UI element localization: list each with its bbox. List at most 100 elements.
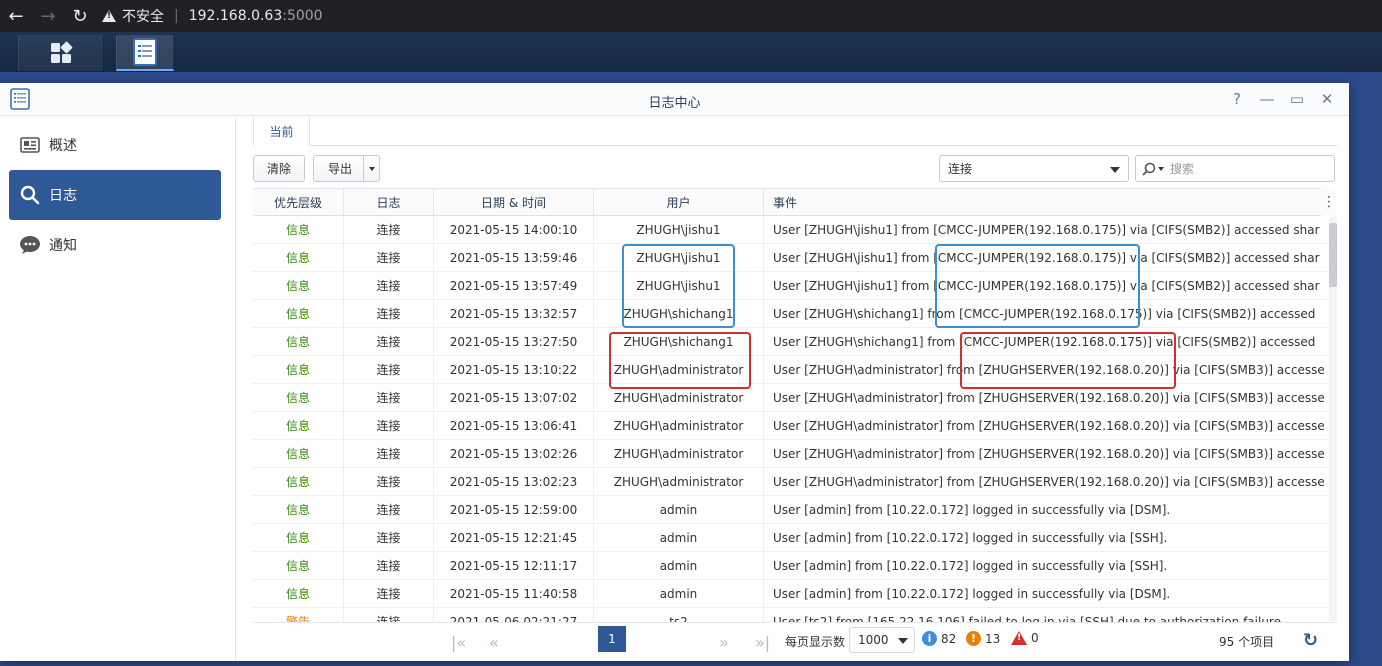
sidebar-item-notifications[interactable]: 通知 xyxy=(9,220,221,270)
cell-level: 信息 xyxy=(285,587,310,601)
cell-datetime: 2021-05-15 13:02:23 xyxy=(433,468,593,495)
table-row[interactable]: 信息 连接 2021-05-15 11:40:58 admin User [admin]… xyxy=(253,580,1337,608)
chevron-down-icon xyxy=(898,638,908,644)
error-count-value: 0 xyxy=(1031,631,1039,645)
sidebar-item-overview[interactable]: 概述 xyxy=(9,120,221,170)
column-header-log[interactable]: 日志 xyxy=(343,189,433,215)
tab-current[interactable]: 当前 xyxy=(253,117,310,146)
current-page[interactable]: 1 xyxy=(598,626,626,652)
log-center-window: 日志中心 ? — ▭ ✕ 概述 日志 通知 当前 清除 导出 连接 搜索 优先层… xyxy=(0,83,1349,661)
cell-datetime: 2021-05-15 12:11:17 xyxy=(433,552,593,579)
table-row[interactable]: 信息 连接 2021-05-15 13:59:46 ZHUGH\jishu1 User … xyxy=(253,244,1337,272)
refresh-icon[interactable]: ↻ xyxy=(1303,630,1318,651)
table-row[interactable]: 信息 连接 2021-05-15 13:02:26 ZHUGH\administrat… xyxy=(253,440,1337,468)
cell-level: 信息 xyxy=(285,251,310,265)
cell-event: User [ZHUGH\administrator] from [ZHUGHSE… xyxy=(763,356,1337,383)
table-row[interactable]: 信息 连接 2021-05-15 13:27:50 ZHUGH\shichang1 Us… xyxy=(253,328,1337,356)
table-row[interactable]: 信息 连接 2021-05-15 12:21:45 admin User [admin]… xyxy=(253,524,1337,552)
cell-datetime: 2021-05-15 13:02:26 xyxy=(433,440,593,467)
cell-datetime: 2021-05-15 13:07:02 xyxy=(433,384,593,411)
search-input[interactable]: 搜索 xyxy=(1135,155,1335,182)
chevron-down-icon xyxy=(1110,167,1120,173)
table-row[interactable]: 信息 连接 2021-05-15 14:00:10 ZHUGH\jishu1 User … xyxy=(253,216,1337,244)
cell-user: admin xyxy=(593,496,763,523)
main-menu-button[interactable] xyxy=(18,35,104,71)
help-button[interactable]: ? xyxy=(1229,90,1245,108)
cell-level: 警告 xyxy=(285,615,310,622)
total-items: 95 个项目 xyxy=(1219,635,1275,649)
tab-bar: 当前 xyxy=(253,117,1337,146)
log-type-select[interactable]: 连接 xyxy=(939,155,1129,182)
table-row[interactable]: 信息 连接 2021-05-15 13:02:23 ZHUGH\administrat… xyxy=(253,468,1337,496)
prev-page-icon[interactable]: « xyxy=(489,633,499,652)
log-table: 优先层级 日志 日期 & 时间 用户 事件 信息 连接 2021-05-15 14:… xyxy=(253,188,1337,622)
table-row[interactable]: 信息 连接 2021-05-15 13:32:57 ZHUGH\shichang1 Us… xyxy=(253,300,1337,328)
cell-log: 连接 xyxy=(343,412,433,439)
dsm-taskbar xyxy=(0,32,1382,72)
cell-user: admin xyxy=(593,580,763,607)
next-page-icon[interactable]: » xyxy=(719,633,729,652)
cell-level: 信息 xyxy=(285,559,310,573)
window-title: 日志中心 xyxy=(648,96,701,111)
info-count-value: 82 xyxy=(941,631,957,646)
first-page-icon[interactable]: |« xyxy=(451,633,466,652)
cell-log: 连接 xyxy=(343,328,433,355)
sidebar: 概述 日志 通知 xyxy=(0,117,236,661)
window-titlebar[interactable]: 日志中心 ? — ▭ ✕ xyxy=(0,83,1349,116)
toolbar: 清除 导出 连接 搜索 xyxy=(253,155,1337,183)
table-row[interactable]: 信息 连接 2021-05-15 13:06:41 ZHUGH\administrat… xyxy=(253,412,1337,440)
cell-log: 连接 xyxy=(343,524,433,551)
cell-event: User [admin] from [10.22.0.172] logged i… xyxy=(763,496,1337,523)
error-icon xyxy=(1011,631,1027,645)
search-options-icon[interactable] xyxy=(1142,162,1164,176)
column-header-user[interactable]: 用户 xyxy=(593,189,763,215)
table-row[interactable]: 信息 连接 2021-05-15 13:07:02 ZHUGH\administrat… xyxy=(253,384,1337,412)
export-dropdown-arrow[interactable] xyxy=(363,156,379,181)
cell-user: ZHUGH\administrator xyxy=(593,412,763,439)
back-arrow-icon[interactable]: ← xyxy=(0,0,32,32)
close-button[interactable]: ✕ xyxy=(1319,90,1335,108)
maximize-button[interactable]: ▭ xyxy=(1289,90,1305,108)
chat-icon xyxy=(19,235,41,255)
search-placeholder: 搜索 xyxy=(1170,162,1195,176)
scrollbar-thumb[interactable] xyxy=(1329,223,1337,287)
cell-level: 信息 xyxy=(285,419,310,433)
sidebar-item-logs[interactable]: 日志 xyxy=(9,170,221,220)
cell-level: 信息 xyxy=(285,475,310,489)
table-row[interactable]: 信息 连接 2021-05-15 12:11:17 admin User [admin]… xyxy=(253,552,1337,580)
cell-datetime: 2021-05-15 14:00:10 xyxy=(433,216,593,243)
export-button[interactable]: 导出 xyxy=(313,155,380,182)
log-center-taskbar-button[interactable] xyxy=(116,35,174,71)
forward-arrow-icon[interactable]: → xyxy=(32,0,64,32)
cell-log: 连接 xyxy=(343,384,433,411)
minimize-button[interactable]: — xyxy=(1259,90,1275,108)
column-header-level[interactable]: 优先层级 xyxy=(253,189,343,215)
table-row[interactable]: 信息 连接 2021-05-15 13:57:49 ZHUGH\jishu1 User … xyxy=(253,272,1337,300)
column-menu-icon[interactable]: ⋮ xyxy=(1321,188,1337,216)
cell-log: 连接 xyxy=(343,496,433,523)
column-header-datetime[interactable]: 日期 & 时间 xyxy=(433,189,593,215)
table-row[interactable]: 警告 连接 2021-05-06 02:21:27 ts2 User [ts2] fro… xyxy=(253,608,1337,622)
cell-event: User [ZHUGH\administrator] from [ZHUGHSE… xyxy=(763,468,1337,495)
main-content: 当前 清除 导出 连接 搜索 优先层级 日志 日期 & 时间 用户 事件 信息 … xyxy=(237,117,1349,661)
cell-datetime: 2021-05-15 11:40:58 xyxy=(433,580,593,607)
log-center-icon xyxy=(133,38,157,66)
error-count: 0 xyxy=(1011,631,1039,645)
url-divider: | xyxy=(174,8,179,24)
address-bar[interactable]: 不安全 | 192.168.0.63:5000 xyxy=(102,6,323,26)
column-header-event[interactable]: 事件 xyxy=(763,189,1337,215)
per-page-select[interactable]: 1000 xyxy=(849,627,915,653)
last-page-icon[interactable]: »| xyxy=(755,633,770,652)
url-port: :5000 xyxy=(282,8,323,24)
info-count: i 82 xyxy=(922,631,956,646)
cell-user: ZHUGH\administrator xyxy=(593,356,763,383)
table-row[interactable]: 信息 连接 2021-05-15 12:59:00 admin User [admin]… xyxy=(253,496,1337,524)
cell-event: User [ZHUGH\administrator] from [ZHUGHSE… xyxy=(763,412,1337,439)
reload-icon[interactable]: ↻ xyxy=(64,0,96,32)
cell-event: User [ZHUGH\administrator] from [ZHUGHSE… xyxy=(763,384,1337,411)
table-row[interactable]: 信息 连接 2021-05-15 13:10:22 ZHUGH\administrat… xyxy=(253,356,1337,384)
cell-datetime: 2021-05-15 13:59:46 xyxy=(433,244,593,271)
clear-button[interactable]: 清除 xyxy=(253,155,305,182)
cell-user: ZHUGH\shichang1 xyxy=(593,328,763,355)
per-page-label: 每页显示数 xyxy=(785,635,846,649)
